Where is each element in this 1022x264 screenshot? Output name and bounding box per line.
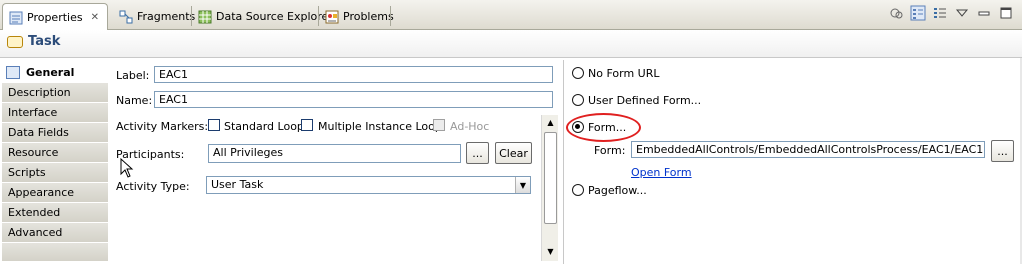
form-vertical-scrollbar[interactable]: ▲ ▼ xyxy=(541,115,558,261)
scroll-up-icon[interactable]: ▲ xyxy=(542,115,559,130)
tab-data-source-explorer-label: Data Source Explorer xyxy=(216,10,333,23)
form-path-input[interactable]: EmbeddedAllControls/EmbeddedAllControlsP… xyxy=(631,141,985,158)
section-title-bar: Task xyxy=(0,30,1022,58)
nav-item-scripts[interactable]: Scripts xyxy=(2,163,108,183)
nav-item-label: Advanced xyxy=(8,226,63,239)
nav-item-label: Extended xyxy=(8,206,61,219)
mouse-cursor-icon xyxy=(120,157,134,181)
nav-item-label: Resource xyxy=(8,146,59,159)
no-form-url-radio[interactable] xyxy=(572,67,584,79)
form-radio-label: Form... xyxy=(588,121,627,134)
general-tab-icon xyxy=(6,66,20,79)
nav-item-general[interactable]: General xyxy=(2,63,108,83)
activity-markers-label: Activity Markers: xyxy=(116,120,209,133)
standard-loop-checkbox[interactable] xyxy=(208,119,220,131)
form-radio[interactable] xyxy=(572,121,584,133)
nav-item-label: Scripts xyxy=(8,166,46,179)
pageflow-radio[interactable] xyxy=(572,184,584,196)
nav-item-label: Appearance xyxy=(8,186,75,199)
close-icon[interactable]: ✕ xyxy=(91,12,99,23)
ad-hoc-checkbox[interactable] xyxy=(433,119,445,131)
label-input[interactable]: EAC1 xyxy=(154,66,553,83)
user-defined-form-label: User Defined Form... xyxy=(588,94,702,107)
problems-icon xyxy=(325,10,339,24)
multiple-instance-loop-label: Multiple Instance Loop xyxy=(318,120,442,133)
nav-item-data-fields[interactable]: Data Fields xyxy=(2,123,108,143)
form-browse-button[interactable]: ... xyxy=(991,140,1014,162)
nav-item-advanced[interactable]: Advanced xyxy=(2,223,108,243)
view-toolbar xyxy=(888,5,1014,21)
scrollbar-thumb[interactable] xyxy=(544,132,557,224)
open-form-link[interactable]: Open Form xyxy=(631,166,692,179)
tab-data-source-explorer[interactable]: Data Source Explorer xyxy=(192,3,339,30)
property-tabs-nav: General Description Interface Data Field… xyxy=(2,63,108,261)
tab-problems[interactable]: Problems xyxy=(319,3,400,30)
nav-item-description[interactable]: Description xyxy=(2,83,108,103)
ad-hoc-label: Ad-Hoc xyxy=(450,120,490,133)
no-form-url-label: No Form URL xyxy=(588,67,660,80)
panel-divider xyxy=(563,60,564,264)
activity-type-label: Activity Type: xyxy=(116,180,190,193)
list-view-icon[interactable] xyxy=(932,5,948,21)
task-icon xyxy=(7,36,23,48)
activity-type-value: User Task xyxy=(211,178,264,191)
properties-icon xyxy=(9,11,23,25)
minimize-icon[interactable] xyxy=(976,5,992,21)
fragments-icon xyxy=(119,10,133,24)
nav-item-label: General xyxy=(26,66,75,79)
nav-item-extended[interactable]: Extended xyxy=(2,203,108,223)
tab-fragments[interactable]: Fragments xyxy=(113,3,201,30)
nav-item-label: Interface xyxy=(8,106,58,119)
nav-item-interface[interactable]: Interface xyxy=(2,103,108,123)
view-menu-icon[interactable] xyxy=(954,5,970,21)
user-defined-form-radio[interactable] xyxy=(572,94,584,106)
tab-fragments-label: Fragments xyxy=(137,10,196,23)
participants-input[interactable]: All Privileges xyxy=(208,144,461,163)
maximize-icon[interactable] xyxy=(998,5,1014,21)
page-title: Task xyxy=(28,34,61,49)
nav-item-label: Description xyxy=(8,86,71,99)
label-field-label: Label: xyxy=(116,69,150,82)
participants-browse-button[interactable]: ... xyxy=(466,142,489,164)
pageflow-label: Pageflow... xyxy=(588,184,647,197)
scroll-down-icon[interactable]: ▼ xyxy=(542,244,559,259)
tab-problems-label: Problems xyxy=(343,10,394,23)
tab-properties[interactable]: Properties ✕ xyxy=(2,3,108,31)
multiple-instance-loop-checkbox[interactable] xyxy=(301,119,313,131)
tab-properties-label: Properties xyxy=(27,11,83,24)
categories-icon[interactable] xyxy=(910,5,926,21)
nav-item-appearance[interactable]: Appearance xyxy=(2,183,108,203)
nav-filler xyxy=(2,243,108,261)
clear-button[interactable]: Clear xyxy=(495,142,532,164)
pin-icon[interactable] xyxy=(888,5,904,21)
activity-type-select[interactable]: User Task ▼ xyxy=(206,176,531,194)
standard-loop-label: Standard Loop xyxy=(224,120,304,133)
nav-item-resource[interactable]: Resource xyxy=(2,143,108,163)
view-tab-bar: Properties ✕ Fragments Data Source Explo… xyxy=(0,0,1022,31)
chevron-down-icon: ▼ xyxy=(515,177,530,193)
database-icon xyxy=(198,10,212,24)
nav-item-label: Data Fields xyxy=(8,126,69,139)
form-path-label: Form: xyxy=(594,144,626,157)
name-field-label: Name: xyxy=(116,94,153,107)
name-input[interactable]: EAC1 xyxy=(154,91,553,108)
